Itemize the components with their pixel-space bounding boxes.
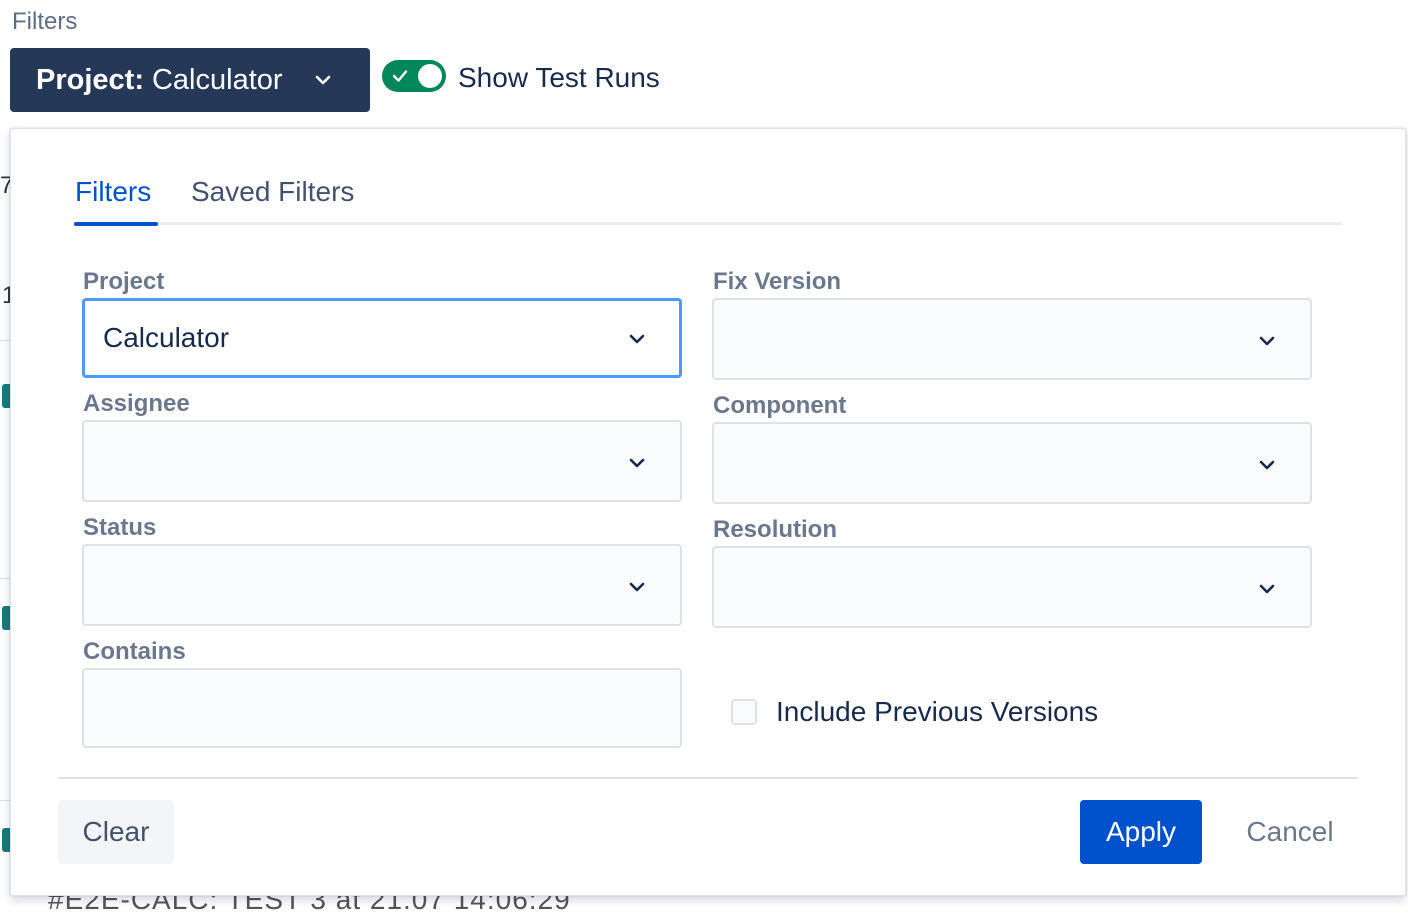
contains-label: Contains bbox=[83, 638, 186, 665]
status-label: Status bbox=[83, 514, 157, 541]
project-button-value: Calculator bbox=[151, 63, 283, 96]
tab-filters[interactable]: Filters bbox=[75, 176, 151, 208]
cancel-button[interactable]: Cancel bbox=[1226, 800, 1354, 864]
project-filter-button[interactable]: Project: Calculator bbox=[10, 48, 370, 112]
contains-input[interactable] bbox=[82, 668, 682, 748]
chevron-down-icon bbox=[1259, 584, 1275, 594]
chevron-down-icon bbox=[1259, 460, 1275, 470]
chevron-down-icon bbox=[629, 458, 645, 468]
tab-bar-divider bbox=[74, 222, 1342, 225]
include-previous-versions-label[interactable]: Include Previous Versions bbox=[776, 696, 1098, 728]
active-tab-indicator bbox=[74, 222, 158, 226]
filters-popup bbox=[10, 128, 1406, 896]
chevron-down-icon bbox=[1259, 336, 1275, 346]
fix-version-select[interactable] bbox=[712, 298, 1312, 380]
toggle-knob bbox=[418, 64, 442, 88]
clear-button[interactable]: Clear bbox=[58, 800, 174, 864]
component-select[interactable] bbox=[712, 422, 1312, 504]
assignee-label: Assignee bbox=[83, 390, 190, 417]
chevron-down-icon bbox=[629, 582, 645, 592]
fix-version-label: Fix Version bbox=[713, 268, 842, 295]
check-icon bbox=[392, 70, 408, 82]
footer-divider bbox=[58, 777, 1358, 779]
assignee-select[interactable] bbox=[82, 420, 682, 502]
component-label: Component bbox=[713, 392, 847, 419]
project-button-prefix: Project: bbox=[36, 63, 144, 96]
include-previous-versions-checkbox[interactable] bbox=[731, 699, 757, 725]
project-select-value: Calculator bbox=[103, 322, 230, 353]
resolution-label: Resolution bbox=[713, 516, 837, 543]
chevron-down-icon bbox=[629, 334, 645, 344]
status-select[interactable] bbox=[82, 544, 682, 626]
show-test-runs-label: Show Test Runs bbox=[458, 62, 660, 93]
show-test-runs-toggle[interactable] bbox=[382, 60, 446, 92]
apply-button[interactable]: Apply bbox=[1080, 800, 1202, 864]
project-select[interactable]: Calculator bbox=[82, 298, 682, 378]
project-label: Project bbox=[83, 268, 165, 295]
tab-saved-filters[interactable]: Saved Filters bbox=[191, 176, 354, 208]
filters-heading: Filters bbox=[12, 8, 78, 35]
resolution-select[interactable] bbox=[712, 546, 1312, 628]
chevron-down-icon bbox=[315, 75, 331, 85]
